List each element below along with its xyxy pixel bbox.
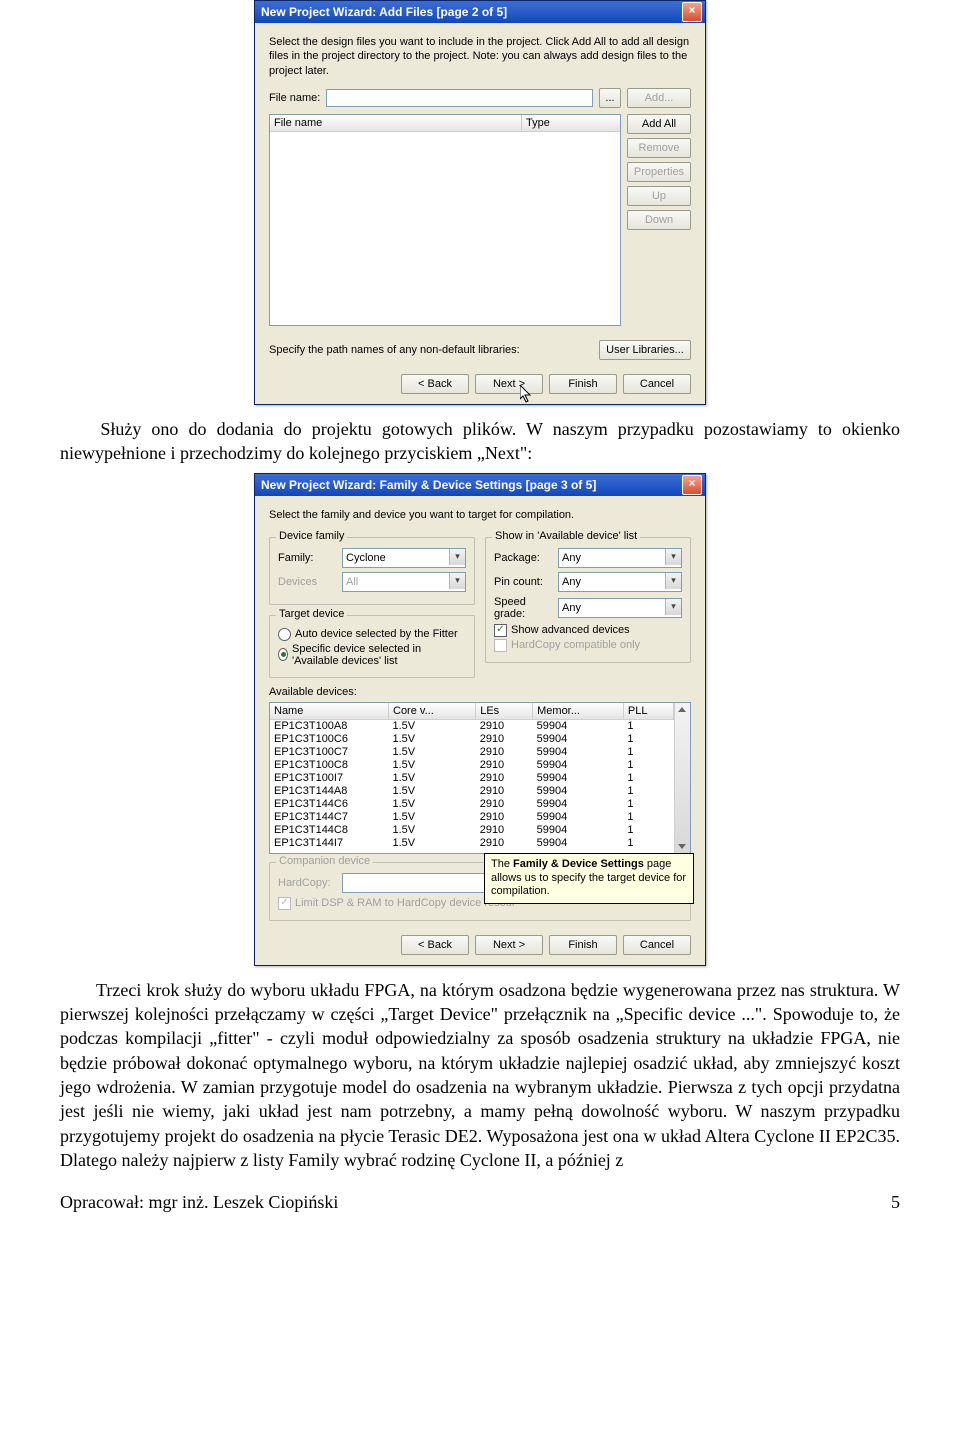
back-button[interactable]: < Back xyxy=(401,935,469,955)
next-button[interactable]: Next > xyxy=(475,935,543,955)
available-devices-table[interactable]: NameCore v...LEsMemor...PLL EP1C3T100A81… xyxy=(269,702,691,854)
table-row[interactable]: EP1C3T144A81.5V2910599041 xyxy=(270,785,674,798)
window-title: New Project Wizard: Family & Device Sett… xyxy=(261,478,682,492)
browse-button[interactable]: ... xyxy=(599,88,621,108)
chevron-down-icon: ▾ xyxy=(665,549,681,565)
finish-button[interactable]: Finish xyxy=(549,935,617,955)
close-icon[interactable]: × xyxy=(682,2,702,22)
finish-button[interactable]: Finish xyxy=(549,374,617,394)
add-all-button[interactable]: Add All xyxy=(627,114,691,134)
available-devices-label: Available devices: xyxy=(269,686,357,698)
table-header[interactable]: Name xyxy=(270,703,389,720)
table-header[interactable]: Core v... xyxy=(389,703,476,720)
properties-button[interactable]: Properties xyxy=(627,162,691,182)
package-label: Package: xyxy=(494,552,558,564)
companion-legend: Companion device xyxy=(276,855,373,867)
table-row[interactable]: EP1C3T100A81.5V2910599041 xyxy=(270,719,674,733)
package-select[interactable]: Any▾ xyxy=(558,548,682,568)
table-row[interactable]: EP1C3T144C61.5V2910599041 xyxy=(270,798,674,811)
radio-auto[interactable]: Auto device selected by the Fitter xyxy=(278,628,466,641)
libs-label: Specify the path names of any non-defaul… xyxy=(269,344,591,356)
instructions: Select the design files you want to incl… xyxy=(269,35,691,78)
cancel-button[interactable]: Cancel xyxy=(623,935,691,955)
target-device-group: Target device Auto device selected by th… xyxy=(269,615,475,678)
table-row[interactable]: EP1C3T144C81.5V2910599041 xyxy=(270,824,674,837)
show-available-group: Show in 'Available device' list Package:… xyxy=(485,537,691,663)
scrollbar[interactable] xyxy=(674,703,690,853)
filename-label: File name: xyxy=(269,92,320,104)
down-button[interactable]: Down xyxy=(627,210,691,230)
titlebar[interactable]: New Project Wizard: Family & Device Sett… xyxy=(255,474,705,496)
devices-select: All▾ xyxy=(342,572,466,592)
speed-select[interactable]: Any▾ xyxy=(558,598,682,618)
table-row[interactable]: EP1C3T100C81.5V2910599041 xyxy=(270,759,674,772)
table-header[interactable]: LEs xyxy=(476,703,533,720)
window-title: New Project Wizard: Add Files [page 2 of… xyxy=(261,5,682,19)
show-advanced-checkbox[interactable]: ✓Show advanced devices xyxy=(494,624,682,637)
device-family-group: Device family Family: Cyclone▾ Devices A… xyxy=(269,537,475,605)
user-libraries-button[interactable]: User Libraries... xyxy=(599,340,691,360)
add-files-dialog: New Project Wizard: Add Files [page 2 of… xyxy=(254,0,706,405)
speed-label: Speed grade: xyxy=(494,596,558,620)
paragraph-1: Służy ono do dodania do projektu gotowyc… xyxy=(60,417,900,466)
table-row[interactable]: EP1C3T144I71.5V2910599041 xyxy=(270,837,674,850)
page-number: 5 xyxy=(891,1192,900,1213)
instructions: Select the family and device you want to… xyxy=(269,508,691,522)
back-button[interactable]: < Back xyxy=(401,374,469,394)
table-row[interactable]: EP1C3T100C71.5V2910599041 xyxy=(270,746,674,759)
cancel-button[interactable]: Cancel xyxy=(623,374,691,394)
close-icon[interactable]: × xyxy=(682,475,702,495)
chevron-down-icon: ▾ xyxy=(449,573,465,589)
hardcopy-only-checkbox: HardCopy compatible only xyxy=(494,639,682,652)
remove-button[interactable]: Remove xyxy=(627,138,691,158)
filename-input[interactable] xyxy=(326,89,593,107)
pincount-select[interactable]: Any▾ xyxy=(558,572,682,592)
companion-device-group: Companion device HardCopy: ▾ ✓Limit DSP … xyxy=(269,862,691,921)
pincount-label: Pin count: xyxy=(494,576,558,588)
device-settings-dialog: New Project Wizard: Family & Device Sett… xyxy=(254,473,706,965)
family-select[interactable]: Cyclone▾ xyxy=(342,548,466,568)
add-button[interactable]: Add... xyxy=(627,88,691,108)
col-filename[interactable]: File name xyxy=(270,115,522,131)
up-button[interactable]: Up xyxy=(627,186,691,206)
target-device-legend: Target device xyxy=(276,608,347,620)
device-family-legend: Device family xyxy=(276,530,347,542)
page-footer: Opracował: mgr inż. Leszek Ciopiński 5 xyxy=(60,1192,900,1213)
table-row[interactable]: EP1C3T144C71.5V2910599041 xyxy=(270,811,674,824)
show-legend: Show in 'Available device' list xyxy=(492,530,640,542)
next-button[interactable]: Next > xyxy=(475,374,543,394)
hardcopy-label: HardCopy: xyxy=(278,877,342,889)
family-label: Family: xyxy=(278,552,342,564)
table-row[interactable]: EP1C3T100C61.5V2910599041 xyxy=(270,733,674,746)
paragraph-2: Trzeci krok służy do wyboru układu FPGA,… xyxy=(60,978,900,1172)
chevron-down-icon: ▾ xyxy=(665,599,681,615)
author: Opracował: mgr inż. Leszek Ciopiński xyxy=(60,1192,338,1213)
chevron-down-icon: ▾ xyxy=(449,549,465,565)
devices-label: Devices xyxy=(278,576,342,588)
chevron-down-icon: ▾ xyxy=(665,573,681,589)
table-row[interactable]: EP1C3T100I71.5V2910599041 xyxy=(270,772,674,785)
radio-specific[interactable]: Specific device selected in 'Available d… xyxy=(278,643,466,667)
file-list[interactable]: File name Type xyxy=(269,114,621,326)
titlebar[interactable]: New Project Wizard: Add Files [page 2 of… xyxy=(255,1,705,23)
col-type[interactable]: Type xyxy=(522,115,620,131)
table-header[interactable]: PLL xyxy=(623,703,673,720)
table-header[interactable]: Memor... xyxy=(533,703,624,720)
tooltip: The Family & Device Settings page allows… xyxy=(484,853,694,904)
